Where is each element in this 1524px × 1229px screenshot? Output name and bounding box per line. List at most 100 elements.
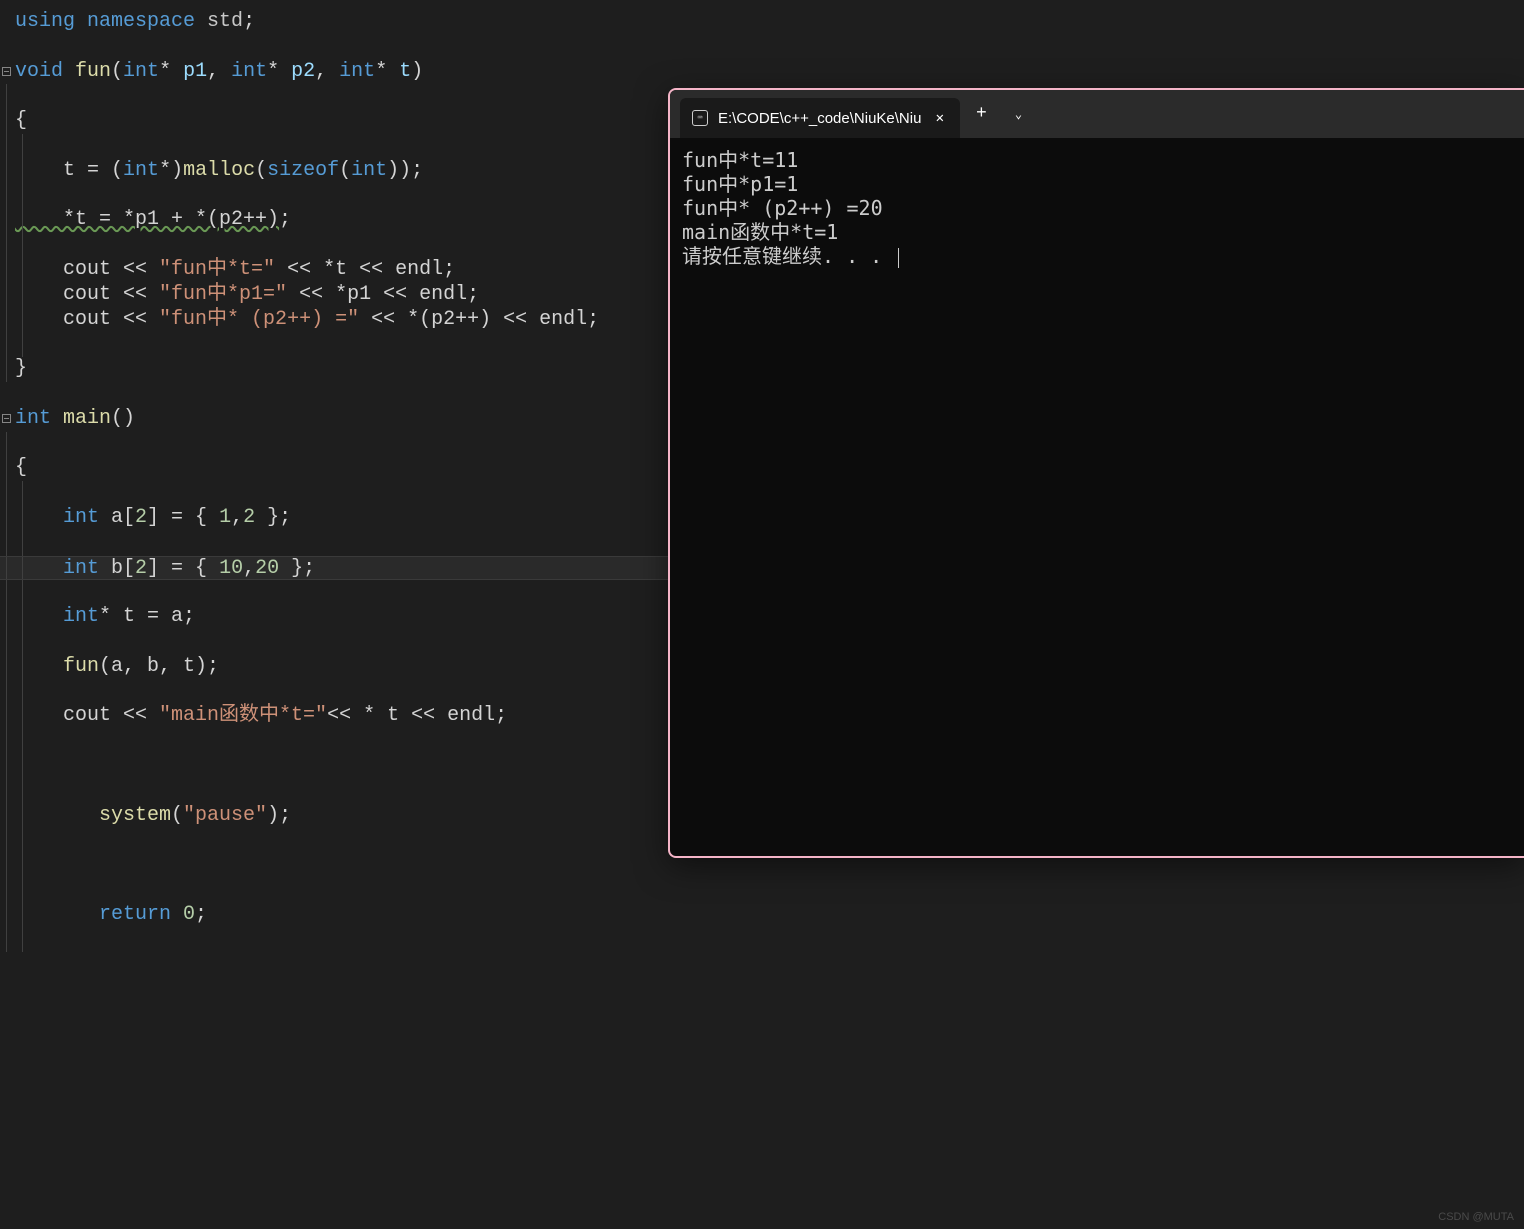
function-name: main xyxy=(51,407,111,430)
brace: { xyxy=(15,109,27,132)
punct: ; xyxy=(243,10,255,33)
keyword: using xyxy=(15,10,75,33)
op: = xyxy=(87,159,111,182)
type: int xyxy=(351,159,387,182)
terminal-tab-title: E:\CODE\c++_code\NiuKe\Niu xyxy=(718,110,922,127)
code-line[interactable]: return 0; xyxy=(0,903,1524,928)
chevron-down-icon[interactable]: ⌄ xyxy=(1003,107,1034,122)
op: * xyxy=(159,60,183,83)
number: 0 xyxy=(171,903,195,926)
punct: ; xyxy=(443,258,455,281)
punct: ; xyxy=(279,208,291,231)
punct: ( xyxy=(171,804,183,827)
op: * xyxy=(375,60,399,83)
punct: ) xyxy=(411,60,423,83)
op: << xyxy=(287,283,335,306)
identifier: endl xyxy=(395,258,443,281)
punct: ] = { xyxy=(147,506,219,529)
squiggle-warning: *t = *p1 + *(p2++) xyxy=(15,208,279,231)
function-call: fun xyxy=(15,655,99,678)
string: "fun中*p1=" xyxy=(159,283,287,306)
op: << xyxy=(359,308,407,331)
type: void xyxy=(15,60,63,83)
close-icon[interactable]: ✕ xyxy=(932,108,948,129)
terminal-tab[interactable]: ⌨ E:\CODE\c++_code\NiuKe\Niu ✕ xyxy=(680,98,960,138)
terminal-line: 请按任意键继续. . . xyxy=(682,244,1512,268)
string: "main函数中*t=" xyxy=(159,704,327,727)
args: (a, b, t); xyxy=(99,655,219,678)
new-tab-button[interactable]: + xyxy=(960,104,1003,124)
param: p2 xyxy=(291,60,315,83)
terminal-titlebar[interactable]: ⌨ E:\CODE\c++_code\NiuKe\Niu ✕ + ⌄ xyxy=(670,90,1524,138)
op: << * xyxy=(327,704,387,727)
code: t = a; xyxy=(123,605,195,628)
fold-icon[interactable] xyxy=(2,67,12,77)
punct: ; xyxy=(467,283,479,306)
number: 2 xyxy=(135,557,147,580)
function-name: fun xyxy=(63,60,111,83)
identifier: endl xyxy=(447,704,495,727)
op: << xyxy=(123,704,159,727)
identifier: std xyxy=(195,10,243,33)
watermark: CSDN @MUTA️ xyxy=(1438,1211,1514,1223)
code-line[interactable] xyxy=(0,927,1524,952)
punct: ); xyxy=(267,804,291,827)
cursor-icon xyxy=(898,248,899,268)
punct: , xyxy=(315,60,339,83)
punct: )); xyxy=(387,159,423,182)
function-call: system xyxy=(15,804,171,827)
terminal-line: fun中*p1=1 xyxy=(682,172,1512,196)
punct: , xyxy=(231,506,243,529)
identifier: p1 xyxy=(347,283,383,306)
op: * xyxy=(323,258,335,281)
punct: ( xyxy=(111,159,123,182)
identifier: t xyxy=(335,258,359,281)
code: t xyxy=(15,159,87,182)
identifier: (p2++) xyxy=(419,308,503,331)
type: int xyxy=(15,506,99,529)
punct: , xyxy=(243,557,255,580)
string: "fun中*t=" xyxy=(159,258,275,281)
op: * xyxy=(99,605,123,628)
identifier: t xyxy=(387,704,411,727)
punct: ; xyxy=(495,704,507,727)
code: cout xyxy=(15,283,123,306)
terminal-window[interactable]: ⌨ E:\CODE\c++_code\NiuKe\Niu ✕ + ⌄ fun中*… xyxy=(668,88,1524,858)
fold-icon[interactable] xyxy=(2,414,12,424)
type: int xyxy=(15,407,51,430)
string: "fun中* (p2++) =" xyxy=(159,308,359,331)
punct: () xyxy=(111,407,135,430)
op: << xyxy=(123,283,159,306)
terminal-line: main函数中*t=1 xyxy=(682,220,1512,244)
identifier: a[ xyxy=(99,506,135,529)
code-line[interactable]: void fun(int* p1, int* p2, int* t) xyxy=(0,60,1524,85)
terminal-line: fun中*t=11 xyxy=(682,148,1512,172)
punct: ; xyxy=(587,308,599,331)
op: << xyxy=(123,308,159,331)
type: int xyxy=(123,60,159,83)
op: << xyxy=(411,704,447,727)
terminal-icon: ⌨ xyxy=(692,110,708,126)
param: t xyxy=(399,60,411,83)
type: int xyxy=(339,60,375,83)
code-line[interactable]: using namespace std; xyxy=(0,10,1524,35)
identifier: endl xyxy=(419,283,467,306)
keyword: sizeof xyxy=(267,159,339,182)
punct: }; xyxy=(255,506,291,529)
param: p1 xyxy=(183,60,207,83)
punct: ( xyxy=(255,159,267,182)
punct: , xyxy=(207,60,231,83)
op: << xyxy=(383,283,419,306)
op: * xyxy=(335,283,347,306)
string: "pause" xyxy=(183,804,267,827)
op: * xyxy=(407,308,419,331)
op: << xyxy=(275,258,323,281)
code-line[interactable] xyxy=(0,35,1524,60)
code: cout xyxy=(15,704,123,727)
code: cout xyxy=(15,308,123,331)
terminal-output[interactable]: fun中*t=11 fun中*p1=1 fun中* (p2++) =20 mai… xyxy=(670,138,1524,278)
punct: ( xyxy=(111,60,123,83)
terminal-line: fun中* (p2++) =20 xyxy=(682,196,1512,220)
keyword: namespace xyxy=(75,10,195,33)
code-line[interactable] xyxy=(0,878,1524,903)
